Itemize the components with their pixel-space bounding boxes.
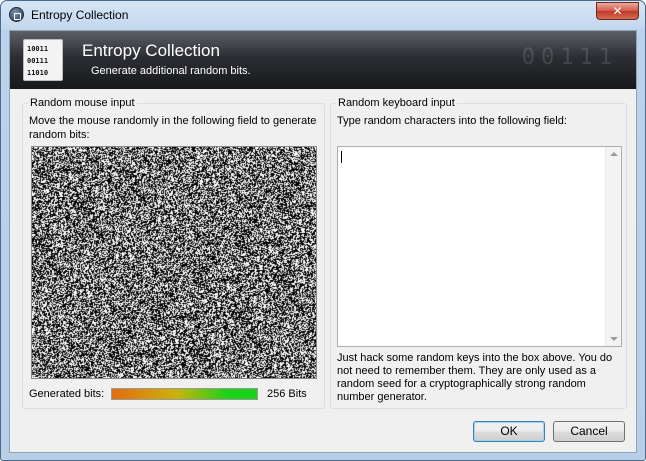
random-keys-textarea[interactable] [337, 146, 622, 347]
scroll-up-arrow-icon[interactable] [610, 152, 618, 156]
textarea-scrollbar[interactable] [605, 147, 621, 346]
text-caret [341, 151, 342, 163]
binary-icon-line: 11010 [27, 69, 49, 77]
cancel-button[interactable]: Cancel [553, 421, 625, 442]
binary-icon-line: 00111 [27, 57, 49, 65]
window-title: Entropy Collection [31, 8, 129, 22]
title-bar[interactable]: Entropy Collection ✕ [1, 1, 645, 29]
binary-watermark: 00111 [521, 45, 618, 70]
scroll-down-arrow-icon[interactable] [610, 337, 618, 341]
mouse-input-group: Random mouse input Move the mouse random… [22, 97, 325, 409]
lock-icon [9, 7, 24, 22]
mouse-input-group-title: Random mouse input [28, 97, 137, 109]
generated-bits-value: 256 Bits [267, 388, 307, 400]
keyboard-input-description: Type random characters into the followin… [337, 115, 567, 127]
entropy-collection-window: Entropy Collection ✕ 10011 00111 11010 E… [0, 0, 646, 461]
mouse-entropy-field[interactable] [31, 146, 317, 379]
keyboard-input-hint: Just hack some random keys into the box … [337, 352, 613, 403]
banner-title: Entropy Collection [82, 41, 220, 60]
keyboard-input-group: Random keyboard input Type random charac… [330, 97, 627, 409]
generated-bits-progress-bar [111, 388, 258, 400]
close-button[interactable]: ✕ [596, 2, 639, 20]
dialog-client-area: 10011 00111 11010 Entropy Collection Gen… [9, 30, 637, 453]
ok-button[interactable]: OK [473, 421, 545, 442]
keyboard-input-group-title: Random keyboard input [336, 97, 457, 109]
banner-subtitle: Generate additional random bits. [91, 65, 251, 77]
mouse-input-description: Move the mouse randomly in the following… [29, 115, 317, 141]
binary-icon-line: 10011 [27, 45, 49, 53]
generated-bits-label: Generated bits: [29, 388, 105, 400]
generated-bits-row: Generated bits: 256 Bits [29, 386, 319, 402]
header-banner: 10011 00111 11010 Entropy Collection Gen… [10, 31, 636, 89]
binary-icon: 10011 00111 11010 [23, 39, 63, 81]
